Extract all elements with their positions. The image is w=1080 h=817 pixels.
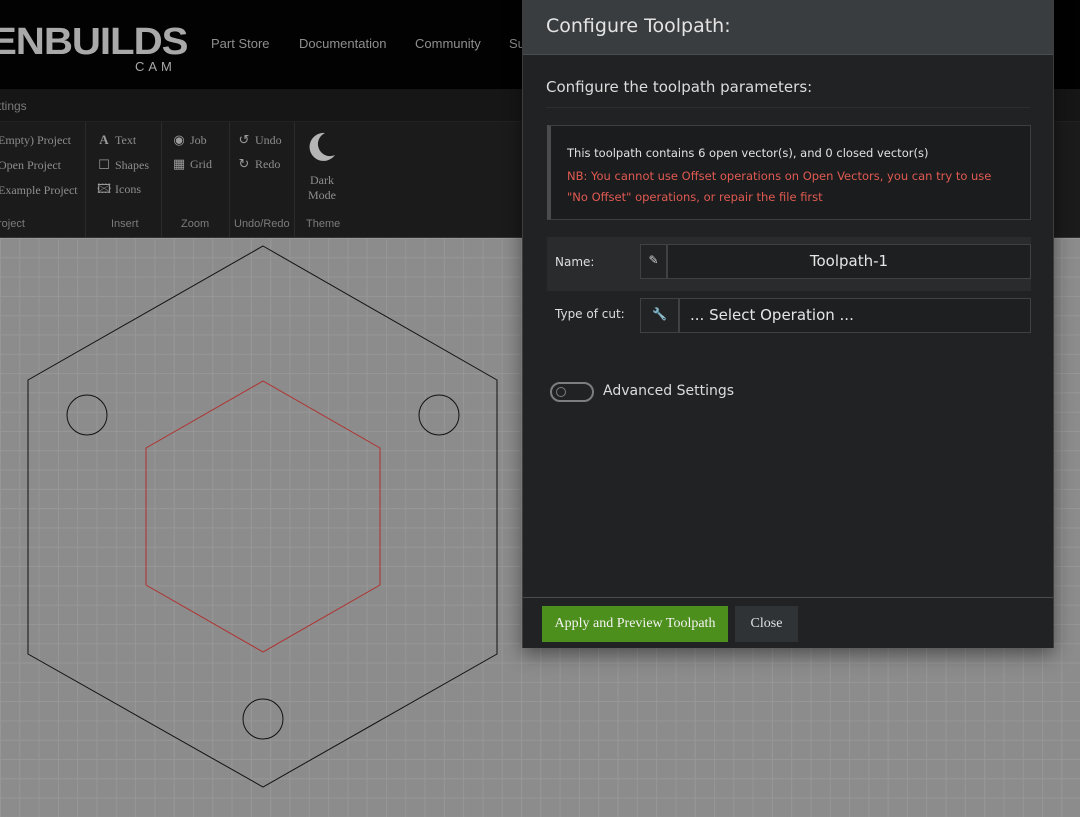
ribbon-tab-settings[interactable]: ttings: [0, 99, 27, 113]
mounting-hole-right[interactable]: [418, 394, 460, 436]
images-icon: 🖾: [97, 182, 112, 197]
ribbon-group-theme: Dark Mode Theme: [295, 122, 349, 237]
redo-icon: ↻: [238, 157, 250, 172]
vector-count-text: This toolpath contains 6 open vector(s),…: [567, 146, 929, 160]
empty-project-button[interactable]: Empty) Project: [0, 133, 71, 147]
ribbon-group-undo-redo: ↺ Undo ↻ Redo Undo/Redo: [230, 122, 295, 237]
cut-type-label: Type of cut:: [555, 307, 625, 321]
toggle-knob: [556, 387, 566, 397]
ribbon-group-label: Insert: [111, 218, 139, 230]
insert-icons-button[interactable]: 🖾 Icons: [97, 182, 141, 197]
nav-link-documentation[interactable]: Documentation: [299, 36, 386, 51]
undo-button[interactable]: ↺ Undo: [237, 133, 282, 148]
divider: [546, 107, 1030, 108]
operation-select[interactable]: ... Select Operation ...: [679, 298, 1031, 333]
ribbon-group-label: roject: [0, 218, 25, 230]
text-icon: A: [99, 132, 109, 147]
mounting-hole-left[interactable]: [66, 394, 108, 436]
advanced-settings-label[interactable]: Advanced Settings: [603, 383, 734, 399]
ribbon-group-zoom: ◉ Job ▦ Grid Zoom: [162, 122, 230, 237]
name-field-row: Name: ✎ Toolpath-1: [547, 237, 1031, 291]
edit-icon: ✎: [640, 244, 667, 279]
grid-icon: ▦: [172, 157, 186, 172]
zoom-grid-button[interactable]: ▦ Grid: [172, 157, 212, 172]
mounting-hole-bottom[interactable]: [242, 698, 284, 740]
moon-icon: [309, 132, 335, 161]
insert-shapes-button[interactable]: ☐ Shapes: [97, 158, 149, 173]
dialog-title: Configure Toolpath:: [546, 15, 731, 37]
ribbon-group-label: Zoom: [181, 218, 210, 230]
advanced-settings-toggle[interactable]: [550, 382, 594, 402]
nav-link-community[interactable]: Community: [415, 36, 481, 51]
example-project-button[interactable]: Example Project: [0, 183, 78, 197]
dark-mode-button[interactable]: Dark Mode: [295, 122, 349, 212]
outer-hexagon[interactable]: [27, 245, 498, 788]
wrench-icon: 🔧: [640, 298, 679, 333]
insert-text-button[interactable]: A Text: [97, 132, 136, 148]
close-button[interactable]: Close: [735, 606, 798, 642]
ribbon-group-project: Empty) Project Open Project Example Proj…: [0, 122, 86, 237]
eye-icon: ◉: [173, 133, 185, 148]
cut-type-field-row: Type of cut: 🔧 ... Select Operation ...: [547, 291, 1031, 341]
dialog-subtitle: Configure the toolpath parameters:: [546, 78, 813, 96]
square-icon: ☐: [98, 158, 110, 173]
configure-toolpath-dialog: Configure Toolpath: Configure the toolpa…: [522, 0, 1054, 648]
dark-mode-label-line1: Dark: [310, 173, 334, 187]
dialog-footer: Apply and Preview Toolpath Close: [523, 597, 1053, 648]
toolpath-name-input[interactable]: Toolpath-1: [667, 244, 1031, 279]
app-logo[interactable]: ENBUILDS: [0, 22, 188, 62]
app-logo-subtitle: CAM: [135, 59, 176, 74]
open-project-button[interactable]: Open Project: [0, 158, 61, 172]
undo-icon: ↺: [238, 133, 250, 148]
name-label: Name:: [555, 255, 595, 269]
redo-button[interactable]: ↻ Redo: [237, 157, 281, 172]
dialog-header: Configure Toolpath:: [523, 1, 1053, 55]
offset-warning-text: NB: You cannot use Offset operations on …: [567, 169, 992, 204]
ribbon-group-label: Undo/Redo: [234, 218, 290, 230]
zoom-job-button[interactable]: ◉ Job: [172, 133, 206, 148]
inner-hexagon[interactable]: [145, 380, 381, 653]
dark-mode-label-line2: Mode: [308, 188, 336, 202]
vector-info-callout: This toolpath contains 6 open vector(s),…: [547, 125, 1031, 220]
ribbon-group-insert: A Text ☐ Shapes 🖾 Icons Insert: [86, 122, 162, 237]
apply-preview-button[interactable]: Apply and Preview Toolpath: [542, 606, 728, 642]
nav-link-part-store[interactable]: Part Store: [211, 36, 270, 51]
ribbon-group-label: Theme: [306, 218, 341, 230]
